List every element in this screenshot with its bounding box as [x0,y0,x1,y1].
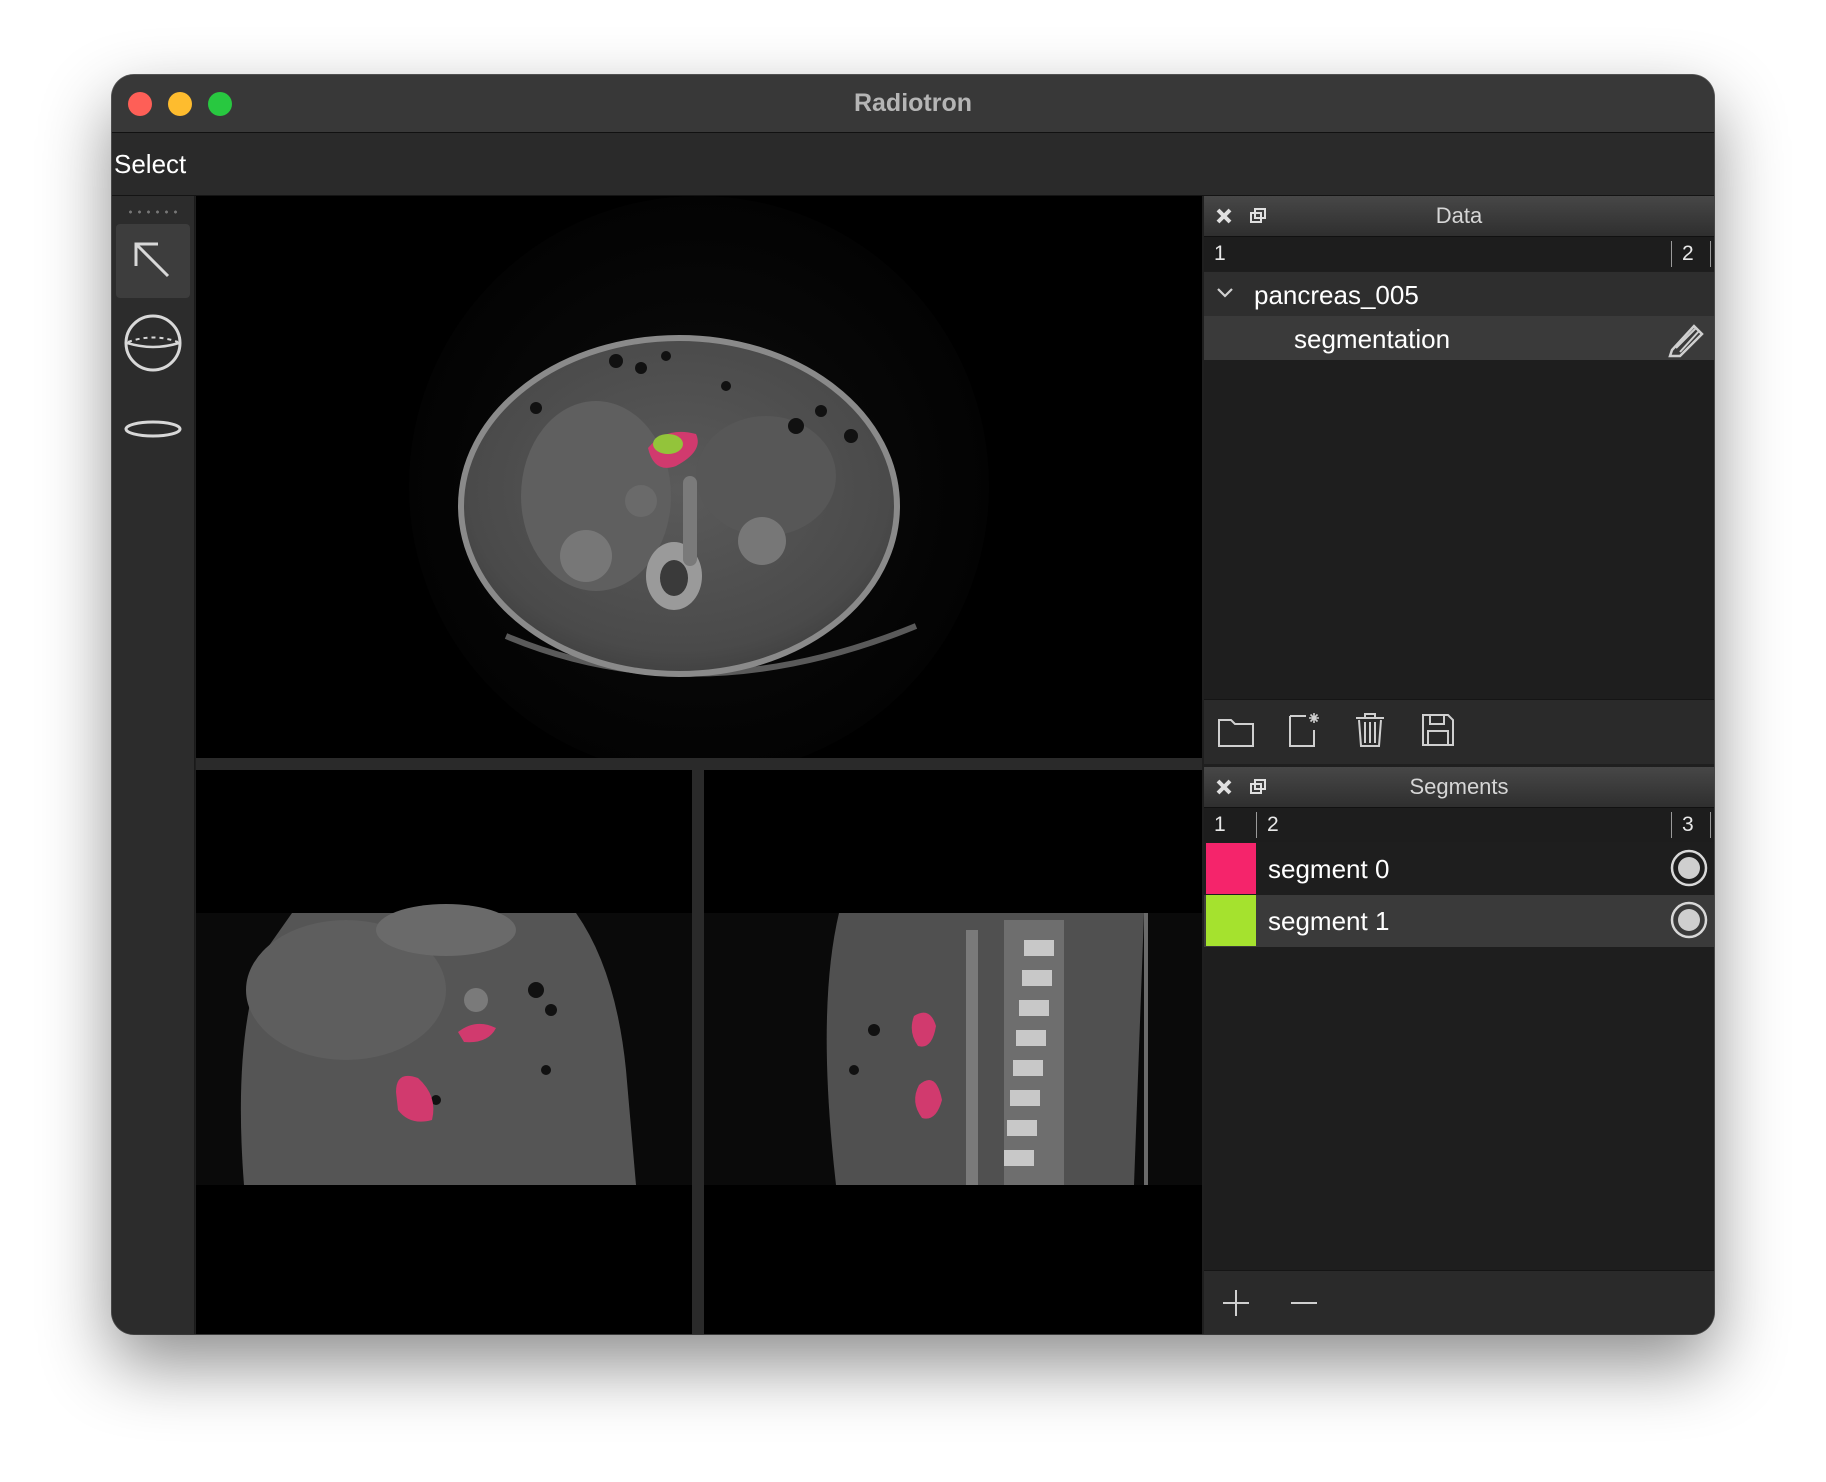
segment-label: segment 0 [1268,854,1390,884]
segment-row[interactable]: segment 0 [1204,843,1714,895]
save-icon[interactable] [1418,710,1458,750]
app-window: Radiotron Select Data 1 2 pancreas_005 s… [112,75,1714,1334]
tree-item-label: segmentation [1294,324,1451,354]
ct-axial-slice [409,196,989,758]
column-header-3[interactable]: 3 [1672,813,1694,837]
tree-item-label: pancreas_005 [1254,280,1419,310]
segment-color-swatch[interactable] [1206,843,1256,894]
chevron-down-icon[interactable] [1216,286,1234,300]
data-panel: Data 1 2 pancreas_005 segmentation [1204,196,1714,764]
data-panel-header: Data [1204,196,1714,237]
trash-icon[interactable] [1352,710,1388,750]
column-header-1[interactable]: 1 [1204,242,1226,266]
mode-bar: Select [112,133,1714,196]
sphere-tool-button[interactable] [116,306,190,380]
segment-label: segment 1 [1268,906,1390,936]
arrow-pointer-icon [134,242,170,278]
tree-item-child[interactable]: segmentation [1204,316,1714,360]
sphere-icon [124,314,182,372]
plus-icon[interactable] [1220,1287,1252,1319]
new-file-icon[interactable] [1284,710,1324,750]
ct-coronal-slice [196,904,692,1185]
toolbar-grip[interactable] [126,210,180,214]
segments-panel-footer [1204,1270,1714,1334]
visibility-radio-icon[interactable] [1670,849,1708,887]
tree-item-parent[interactable]: pancreas_005 [1204,272,1714,316]
column-header-2[interactable]: 2 [1257,813,1279,837]
segment-row[interactable]: segment 1 [1204,895,1714,947]
coronal-viewport[interactable] [196,770,692,1334]
segments-panel-title: Segments [1409,774,1509,799]
column-header-2[interactable]: 2 [1672,242,1694,266]
select-tool-button[interactable] [116,224,190,298]
data-column-header: 1 2 [1204,237,1714,271]
segments-panel-header: Segments [1204,767,1714,808]
sagittal-viewport[interactable] [704,770,1202,1334]
segments-column-header: 1 2 3 [1204,808,1714,842]
current-mode-label: Select [114,149,187,179]
window-title: Radiotron [853,89,973,117]
tool-palette [112,196,195,1334]
visibility-radio-icon[interactable] [1670,901,1708,939]
ellipse-tool-button[interactable] [116,392,190,466]
ct-sagittal-slice [704,913,1202,1185]
minus-icon[interactable] [1288,1287,1320,1319]
ellipse-icon [124,420,182,438]
vertical-splitter[interactable] [692,770,704,1334]
column-divider[interactable] [1710,812,1711,838]
image-viewer [196,196,1202,1334]
axial-viewport[interactable] [196,196,1202,758]
segment-color-swatch[interactable] [1206,895,1256,946]
segments-panel: Segments 1 2 3 segment 0 segment 1 [1204,767,1714,1334]
column-divider[interactable] [1710,241,1711,267]
folder-icon[interactable] [1216,712,1256,750]
data-panel-title: Data [1435,203,1483,228]
title-bar: Radiotron [112,75,1714,133]
column-header-1[interactable]: 1 [1204,813,1226,837]
data-panel-footer [1204,699,1714,764]
horizontal-splitter[interactable] [196,758,1202,770]
pencil-icon[interactable] [1666,320,1706,358]
